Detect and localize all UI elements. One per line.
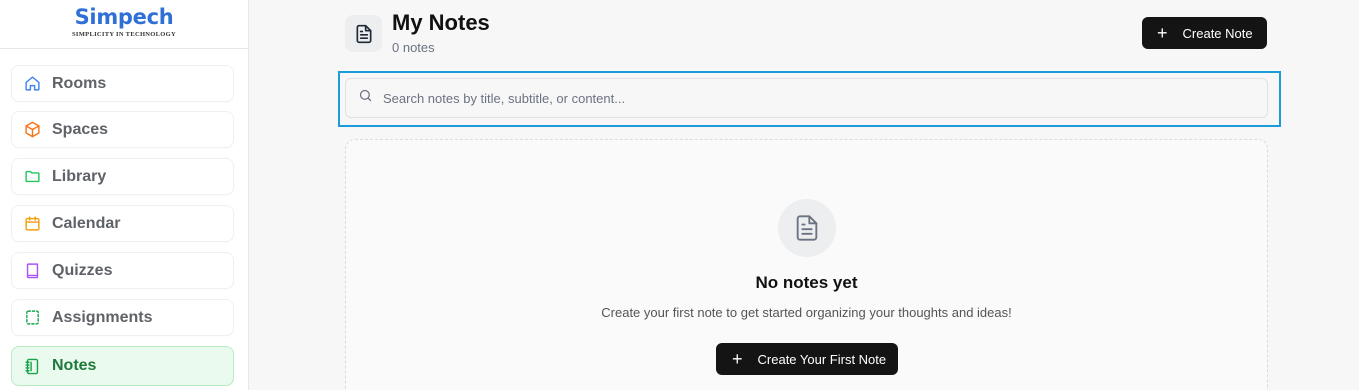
document-icon [778,199,836,257]
sidebar-item-label: Quizzes [52,261,113,279]
sidebar-item-notes[interactable]: Notes [11,346,234,386]
sidebar-item-label: Notes [52,357,97,374]
document-icon [345,15,382,52]
create-first-note-label: Create Your First Note [757,351,887,367]
notes-count: 0 notes [392,40,435,55]
sidebar-item-library[interactable]: Library [11,158,234,195]
sidebar-item-label: Spaces [52,120,109,138]
brand-tagline: SIMPLICITY IN TECHNOLOGY [72,31,176,38]
plus-icon: + [732,349,743,369]
search-input[interactable] [383,90,1243,106]
calendar-icon [23,215,41,233]
sidebar-item-assignments[interactable]: Assignments [11,299,234,336]
sidebar-item-label: Calendar [52,214,121,232]
sidebar-item-label: Rooms [52,74,107,92]
sidebar-item-rooms[interactable]: Rooms [11,65,234,102]
brand-name: Simpech [74,5,174,29]
sidebar-item-calendar[interactable]: Calendar [11,205,234,242]
create-note-button[interactable]: + Create Note [1142,17,1267,49]
page-title: My Notes [392,10,490,35]
brand-logo[interactable]: Simpech SIMPLICITY IN TECHNOLOGY [0,0,248,49]
plus-icon: + [1157,23,1168,43]
book-icon [23,262,41,280]
folder-icon [23,168,41,186]
cube-icon [23,121,41,139]
create-note-label: Create Note [1182,25,1253,41]
sidebar: Simpech SIMPLICITY IN TECHNOLOGY Rooms S… [0,0,249,390]
empty-state-card: No notes yet Create your first note to g… [345,139,1268,390]
sidebar-item-quizzes[interactable]: Quizzes [11,252,234,289]
sidebar-item-spaces[interactable]: Spaces [11,111,234,148]
search-bar[interactable] [345,78,1268,118]
empty-state-title: No notes yet [755,273,858,292]
search-icon [358,88,373,108]
home-icon [23,75,41,93]
sidebar-item-label: Library [52,167,107,185]
notebook-icon [23,357,41,375]
sidebar-item-label: Assignments [52,308,153,326]
empty-state-subtitle: Create your first note to get started or… [601,305,1012,320]
create-first-note-button[interactable]: + Create Your First Note [716,343,898,375]
dashed-square-icon [23,309,41,327]
